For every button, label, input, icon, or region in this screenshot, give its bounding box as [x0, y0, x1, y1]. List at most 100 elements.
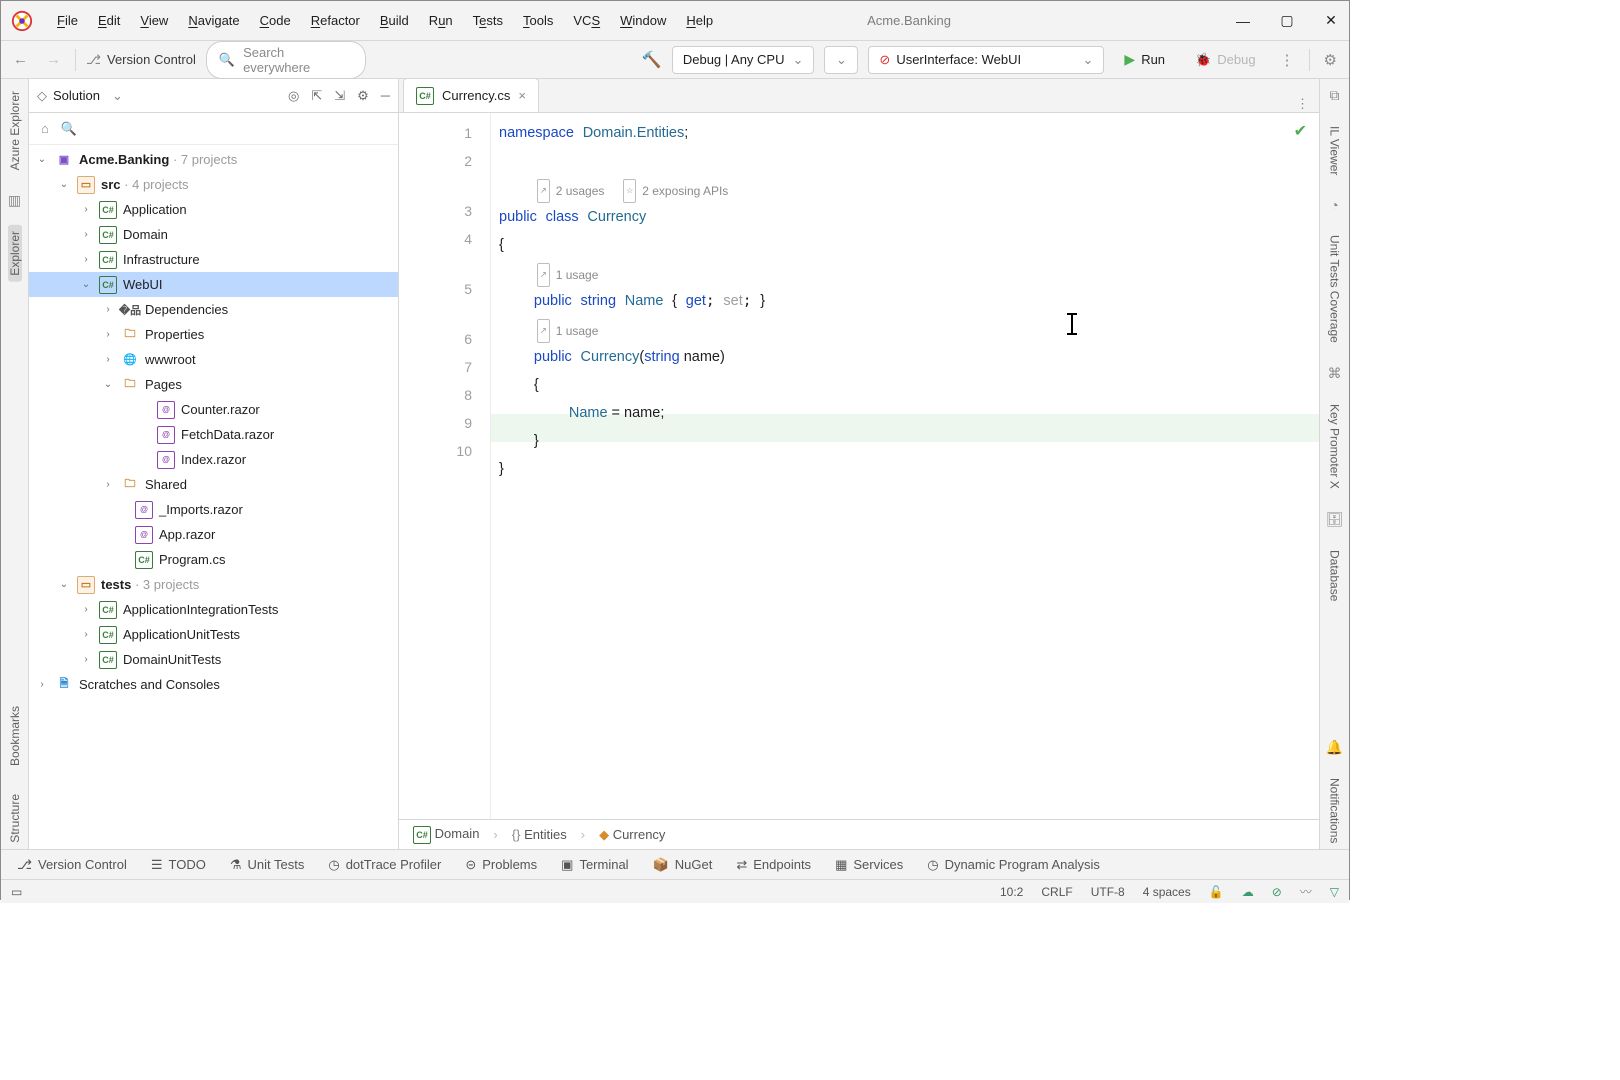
rail-explorer[interactable]: Explorer [8, 225, 22, 282]
tool-services[interactable]: ▦Services [835, 857, 903, 873]
menu-tests[interactable]: Tests [463, 9, 513, 32]
breadcrumb-item[interactable]: C# Domain [413, 826, 479, 844]
tree-page-counter[interactable]: .@Counter.razor [29, 397, 398, 422]
home-icon[interactable]: ⌂ [41, 121, 49, 136]
coverage-icon[interactable]: ◔ [1330, 197, 1338, 213]
rail-azure-explorer[interactable]: Azure Explorer [8, 85, 22, 176]
run-config-select[interactable]: ⊘ UserInterface: WebUI ⌄ [868, 46, 1104, 74]
tree-page-index[interactable]: .@Index.razor [29, 447, 398, 472]
database-icon[interactable]: 🗄 [1326, 511, 1344, 528]
rail-database[interactable]: Database [1328, 544, 1342, 607]
tab-currency-cs[interactable]: C# Currency.cs × [403, 78, 539, 112]
status-line-endings[interactable]: CRLF [1041, 885, 1072, 899]
tool-vcs[interactable]: ⎇Version Control [17, 857, 127, 873]
nav-forward-icon[interactable]: → [42, 51, 65, 68]
status-readonly-icon[interactable]: 🔓 [1209, 885, 1224, 899]
build-config-select[interactable]: Debug | Any CPU ⌄ [672, 46, 815, 74]
solution-tree[interactable]: ⌄▣ Acme.Banking · 7 projects ⌄▭ src · 4 … [29, 145, 398, 849]
code-editor[interactable]: ✔ 1 2 3 4 5 6 7 8 9 10 namespace Domain.… [399, 113, 1319, 819]
breadcrumb-item[interactable]: ◆ Currency [599, 827, 665, 843]
status-encoding[interactable]: UTF-8 [1091, 885, 1125, 899]
tree-src-folder[interactable]: ⌄▭ src · 4 projects [29, 172, 398, 197]
window-maximize-icon[interactable]: ▢ [1279, 12, 1295, 29]
run-history-button[interactable]: ⌄ [824, 46, 858, 74]
tool-dpa[interactable]: ◷Dynamic Program Analysis [927, 857, 1100, 873]
expand-all-icon[interactable]: ⇱ [311, 88, 322, 104]
explorer-settings-icon[interactable]: ⚙ [357, 88, 369, 104]
tree-pages-folder[interactable]: ⌄🗀Pages [29, 372, 398, 397]
tree-solution-root[interactable]: ⌄▣ Acme.Banking · 7 projects [29, 147, 398, 172]
build-icon[interactable]: 🔨 [642, 50, 662, 70]
locate-icon[interactable]: ◎ [288, 88, 299, 104]
rail-coverage[interactable]: Unit Tests Coverage [1328, 229, 1342, 349]
menu-run[interactable]: Run [419, 9, 463, 32]
tree-shared-folder[interactable]: ›🗀Shared [29, 472, 398, 497]
status-tool-windows-icon[interactable]: ▭ [11, 885, 22, 899]
window-close-icon[interactable]: ✕ [1323, 12, 1339, 29]
status-cloud-icon[interactable]: ☁ [1242, 885, 1254, 899]
run-button[interactable]: ▶ Run [1114, 47, 1175, 72]
tool-problems[interactable]: ⊝Problems [465, 857, 537, 873]
rail-structure[interactable]: Structure [8, 788, 22, 849]
tree-testproj-2[interactable]: ›C#DomainUnitTests [29, 647, 398, 672]
tool-unit-tests[interactable]: ⚗Unit Tests [230, 857, 305, 873]
vcs-button[interactable]: ⎇ Version Control [86, 52, 196, 68]
rail-il-viewer[interactable]: IL Viewer [1328, 120, 1342, 181]
code-lens-usages[interactable]: ↗1 usage [499, 264, 598, 286]
tree-app-razor[interactable]: .@App.razor [29, 522, 398, 547]
tree-proj-domain[interactable]: ›C#Domain [29, 222, 398, 247]
tree-page-fetchdata[interactable]: .@FetchData.razor [29, 422, 398, 447]
tree-proj-application[interactable]: ›C#Application [29, 197, 398, 222]
tree-dependencies[interactable]: ›�品Dependencies [29, 297, 398, 322]
notifications-icon[interactable]: 🔔 [1326, 739, 1343, 756]
menu-view[interactable]: View [130, 9, 178, 32]
menu-refactor[interactable]: Refactor [301, 9, 370, 32]
key-promoter-icon[interactable]: ⌘ [1328, 365, 1342, 382]
tree-proj-webui[interactable]: ⌄C#WebUI [29, 272, 398, 297]
tree-properties[interactable]: ›🗀Properties [29, 322, 398, 347]
search-everywhere-box[interactable]: 🔍 Search everywhere [206, 41, 366, 79]
code-lens-usages[interactable]: ↗2 usages ☆2 exposing APIs [499, 180, 728, 202]
tool-terminal[interactable]: ▣Terminal [561, 857, 628, 873]
search-icon[interactable]: 🔍 [61, 121, 77, 137]
tool-nuget[interactable]: 📦NuGet [653, 857, 713, 873]
hide-panel-icon[interactable]: ─ [381, 88, 390, 104]
status-check-icon[interactable]: ⊘ [1272, 885, 1282, 899]
tree-tests-folder[interactable]: ⌄▭ tests · 3 projects [29, 572, 398, 597]
tree-proj-infrastructure[interactable]: ›C#Infrastructure [29, 247, 398, 272]
breadcrumb-item[interactable]: {} Entities [512, 827, 567, 842]
tree-wwwroot[interactable]: ›🌐wwwroot [29, 347, 398, 372]
tool-endpoints[interactable]: ⇄Endpoints [736, 857, 811, 873]
status-indent[interactable]: 4 spaces [1143, 885, 1191, 899]
menu-build[interactable]: Build [370, 9, 419, 32]
explorer-rail-icon[interactable]: ▥ [8, 192, 21, 209]
tree-scratches[interactable]: ›🗎Scratches and Consoles [29, 672, 398, 697]
tool-todo[interactable]: ☰TODO [151, 857, 206, 873]
menu-edit[interactable]: Edit [88, 9, 130, 32]
rail-notifications[interactable]: Notifications [1328, 772, 1342, 849]
status-shield-icon[interactable]: ▽ [1330, 885, 1339, 899]
tree-program-cs[interactable]: .C#Program.cs [29, 547, 398, 572]
window-minimize-icon[interactable]: ― [1235, 13, 1251, 29]
tree-testproj-0[interactable]: ›C#ApplicationIntegrationTests [29, 597, 398, 622]
rail-bookmarks[interactable]: Bookmarks [8, 700, 22, 772]
tab-overflow-icon[interactable]: ⋮ [1296, 96, 1309, 111]
status-caret-pos[interactable]: 10:2 [1000, 885, 1023, 899]
explorer-title[interactable]: ◇ Solution ⌄ [37, 88, 123, 104]
nav-back-icon[interactable]: ← [9, 51, 32, 68]
menu-code[interactable]: Code [250, 9, 301, 32]
menu-tools[interactable]: Tools [513, 9, 563, 32]
more-icon[interactable]: ⋮ [1276, 51, 1299, 69]
tree-imports-razor[interactable]: .@_Imports.razor [29, 497, 398, 522]
il-viewer-icon[interactable]: ⧉ [1330, 87, 1340, 104]
code-lens-usages[interactable]: ↗1 usage [499, 320, 598, 342]
debug-button[interactable]: 🐞 Debug [1185, 48, 1266, 72]
rail-key-promoter[interactable]: Key Promoter X [1328, 398, 1342, 495]
menu-file[interactable]: File [47, 9, 88, 32]
settings-gear-icon[interactable]: ⚙ [1320, 51, 1341, 69]
menu-navigate[interactable]: Navigate [178, 9, 249, 32]
tree-testproj-1[interactable]: ›C#ApplicationUnitTests [29, 622, 398, 647]
tool-dottrace[interactable]: ◷dotTrace Profiler [328, 857, 441, 873]
status-ai-icon[interactable]: 〰 [1300, 883, 1312, 900]
collapse-all-icon[interactable]: ⇲ [334, 88, 345, 104]
